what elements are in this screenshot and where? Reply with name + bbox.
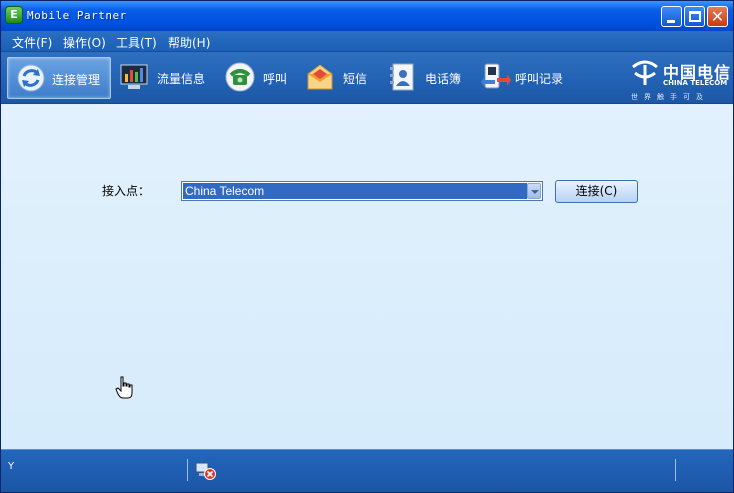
- access-point-value: China Telecom: [183, 183, 527, 199]
- hand-cursor-icon: [115, 376, 133, 399]
- access-point-label: 接入点：: [102, 184, 151, 198]
- tool-label: 短信: [343, 72, 368, 86]
- menu-bar: 文件(F) 操作(O) 工具(T) 帮助(H): [1, 31, 733, 52]
- telephone-icon: [225, 62, 255, 92]
- maximize-icon: [689, 11, 701, 22]
- tool-phonebook[interactable]: 电话簿: [385, 57, 469, 99]
- menu-tools[interactable]: 工具(T): [116, 34, 157, 51]
- status-divider: [675, 459, 676, 481]
- close-button[interactable]: ✕: [707, 6, 728, 27]
- main-toolbar: 连接管理 流量信息 呼叫 短信 电话簿 呼叫记录: [1, 52, 733, 104]
- envelope-icon: [307, 64, 333, 90]
- tool-connection-management[interactable]: 连接管理: [7, 57, 111, 99]
- app-window: E Mobile Partner ✕ 文件(F) 操作(O) 工具(T) 帮助(…: [0, 0, 734, 493]
- tool-traffic-info[interactable]: 流量信息: [117, 57, 217, 99]
- title-bar[interactable]: E Mobile Partner ✕: [1, 1, 733, 31]
- tool-sms[interactable]: 短信: [303, 57, 375, 99]
- menu-help[interactable]: 帮助(H): [168, 34, 210, 51]
- close-icon: ✕: [710, 7, 725, 26]
- phonebook-icon: [390, 63, 414, 91]
- tool-label: 呼叫记录: [515, 72, 564, 86]
- tool-label: 呼叫: [263, 72, 288, 86]
- minimize-icon: [667, 20, 675, 23]
- brand-name-en: CHINA TELECOM: [663, 79, 728, 87]
- tool-label: 连接管理: [52, 73, 101, 87]
- call-log-icon: [481, 63, 511, 89]
- signal-strength-icon: Y: [8, 461, 15, 472]
- tool-call[interactable]: 呼叫: [223, 57, 293, 99]
- brand-slogan: 世界触手可及: [631, 93, 709, 101]
- tool-label: 流量信息: [157, 72, 206, 86]
- china-telecom-logo: 中国电信 CHINA TELECOM 世界触手可及: [627, 57, 731, 103]
- status-divider: [187, 459, 188, 481]
- window-title: Mobile Partner: [27, 9, 127, 22]
- app-logo-icon: E: [5, 6, 23, 24]
- connection-panel: 接入点： China Telecom 连接(C): [1, 105, 733, 449]
- network-disconnected-icon: [195, 462, 216, 480]
- menu-file[interactable]: 文件(F): [12, 34, 52, 51]
- traffic-monitor-icon: [120, 64, 148, 89]
- maximize-button[interactable]: [684, 6, 705, 27]
- connect-button[interactable]: 连接(C): [555, 180, 638, 203]
- status-bar: Y: [1, 449, 733, 492]
- telecom-emblem-icon: [632, 60, 658, 85]
- access-point-select[interactable]: China Telecom: [181, 181, 543, 201]
- minimize-button[interactable]: [661, 6, 682, 27]
- tool-label: 电话簿: [425, 72, 462, 86]
- tool-call-log[interactable]: 呼叫记录: [479, 57, 575, 99]
- chevron-down-icon[interactable]: [527, 183, 541, 199]
- menu-operation[interactable]: 操作(O): [63, 34, 106, 51]
- refresh-connection-icon: [17, 64, 45, 92]
